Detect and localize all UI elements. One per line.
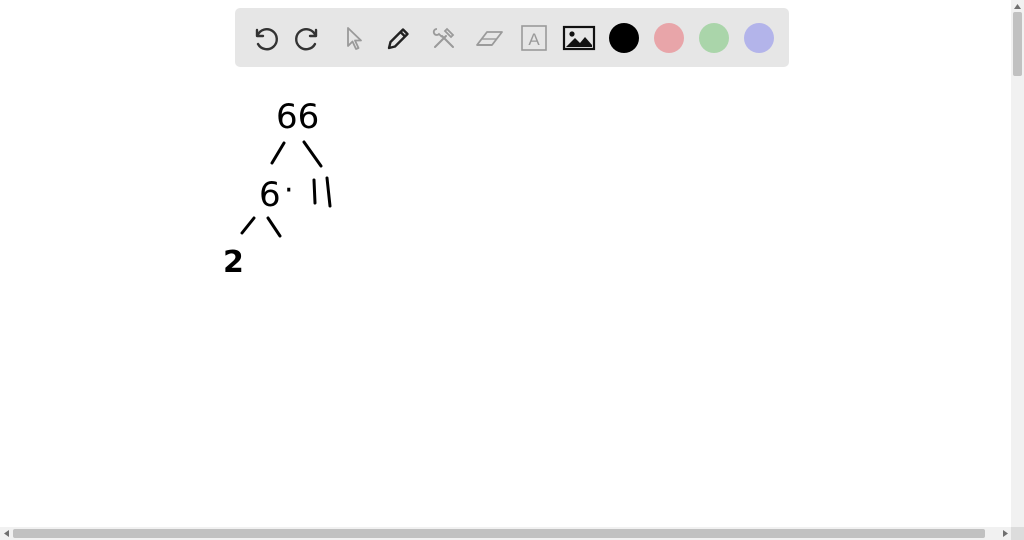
horizontal-scroll-thumb[interactable]	[13, 529, 985, 538]
bottom-left-number: 2	[223, 245, 244, 280]
branch-lower-left	[240, 216, 256, 235]
middle-right-stroke-2	[325, 176, 332, 208]
handwritten-drawing: 66 6 · 11 2	[223, 97, 332, 280]
middle-left-number: 6	[259, 175, 281, 215]
branch-lower-right	[266, 216, 282, 238]
top-number: 66	[276, 97, 319, 137]
vertical-scroll-thumb[interactable]	[1013, 12, 1022, 76]
scroll-left-arrow-icon[interactable]	[0, 527, 12, 540]
multiply-dot: ·	[284, 173, 294, 208]
branch-left	[270, 141, 286, 165]
vertical-scrollbar[interactable]	[1011, 0, 1024, 527]
horizontal-scrollbar[interactable]	[0, 527, 1011, 540]
scroll-up-arrow-icon[interactable]	[1011, 0, 1024, 12]
branch-right	[302, 140, 323, 168]
scrollbar-corner	[1011, 527, 1024, 540]
scroll-right-arrow-icon[interactable]	[999, 527, 1011, 540]
middle-right-stroke-1	[312, 178, 317, 205]
